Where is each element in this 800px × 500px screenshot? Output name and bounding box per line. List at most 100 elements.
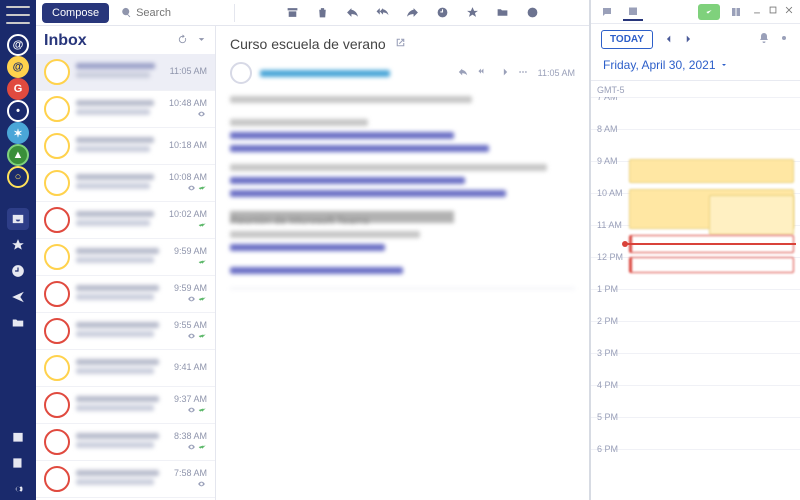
message-avatar (44, 281, 70, 307)
rail-clock-icon[interactable] (7, 260, 29, 282)
main-panel: Compose Inbox 11:05 AM1 (36, 0, 590, 500)
sender-name (260, 70, 450, 77)
delivered-icon (197, 258, 207, 268)
delivered-icon (197, 295, 207, 305)
notifications-icon[interactable] (758, 32, 770, 47)
calendar-event[interactable] (629, 257, 794, 273)
calendar-event[interactable] (629, 159, 794, 183)
snooze-icon[interactable] (434, 5, 450, 21)
prev-day-icon[interactable] (661, 31, 677, 47)
more-icon[interactable] (524, 5, 540, 21)
hour-label: 8 AM (597, 124, 618, 134)
folder-move-icon[interactable] (494, 5, 510, 21)
reader-reply-icon[interactable] (458, 67, 468, 79)
hour-label: 10 AM (597, 188, 623, 198)
account-avatar[interactable]: ○ (7, 166, 29, 188)
message-preview (76, 322, 168, 340)
compose-button[interactable]: Compose (42, 3, 109, 23)
calendar-grid[interactable]: 7 AM8 AM9 AM10 AM11 AM12 PM1 PM2 PM3 PM4… (591, 97, 800, 500)
read-receipt-icon (186, 406, 197, 416)
rail-star-icon[interactable] (7, 234, 29, 256)
message-preview (76, 285, 168, 303)
timezone-label: GMT-5 (591, 81, 800, 97)
hour-label: 7 AM (597, 97, 618, 102)
message-time: 8:38 AM (174, 431, 207, 441)
search-box[interactable] (115, 4, 235, 22)
archive-icon[interactable] (284, 5, 300, 21)
message-row[interactable]: 9:59 AM (36, 276, 215, 313)
message-avatar (44, 59, 70, 85)
rail-inbox-icon[interactable] (7, 208, 29, 230)
search-input[interactable] (136, 7, 206, 19)
next-day-icon[interactable] (680, 31, 696, 47)
message-row[interactable]: 10:08 AM (36, 165, 215, 202)
rail-settings-icon[interactable] (7, 478, 29, 500)
account-avatar[interactable]: ✶ (7, 122, 29, 144)
reader-reply-all-icon[interactable] (478, 67, 488, 79)
chevron-down-icon[interactable] (196, 34, 207, 48)
read-receipt-icon (186, 184, 197, 194)
forward-icon[interactable] (404, 5, 420, 21)
read-receipt-icon (196, 480, 207, 490)
message-time: 10:48 AM (169, 98, 207, 108)
reader-more-icon[interactable] (518, 67, 528, 79)
hamburger-icon[interactable] (6, 6, 30, 24)
message-row[interactable]: 11:05 AM (36, 54, 215, 91)
calendar-date-picker[interactable]: Friday, April 30, 2021 (591, 54, 800, 81)
account-avatar[interactable]: @ (7, 34, 29, 56)
account-avatar[interactable]: • (7, 100, 29, 122)
rail-send-icon[interactable] (7, 286, 29, 308)
read-receipt-icon (186, 295, 197, 305)
rail-contacts-icon[interactable] (7, 452, 29, 474)
hour-label: 4 PM (597, 380, 618, 390)
hour-label: 1 PM (597, 284, 618, 294)
panel-tab-chat-icon[interactable] (597, 3, 617, 21)
reader-forward-icon[interactable] (498, 67, 508, 79)
window-close-icon[interactable] (784, 5, 794, 18)
current-time-indicator (627, 243, 796, 245)
star-icon[interactable] (464, 5, 480, 21)
sender-avatar (230, 62, 252, 84)
message-row[interactable]: 9:41 AM (36, 350, 215, 387)
window-maximize-icon[interactable] (768, 5, 778, 18)
calendar-event[interactable] (709, 195, 794, 235)
message-time: 10:18 AM (169, 140, 207, 150)
message-row[interactable]: 9:55 AM (36, 313, 215, 350)
toolbar: Compose (36, 0, 589, 26)
read-receipt-icon (196, 110, 207, 120)
message-time: 10:08 AM (169, 172, 207, 182)
rail-calendar-icon[interactable] (7, 426, 29, 448)
layout-icon[interactable] (726, 3, 746, 21)
message-avatar (44, 244, 70, 270)
rail-folder-icon[interactable] (7, 312, 29, 334)
message-preview (76, 63, 164, 81)
message-row[interactable]: 10:02 AM (36, 202, 215, 239)
message-row[interactable]: 8:38 AM (36, 424, 215, 461)
message-avatar (44, 392, 70, 418)
message-row[interactable]: 7:58 AM (36, 461, 215, 498)
read-receipt-icon (186, 443, 197, 453)
today-button[interactable]: TODAY (601, 30, 653, 49)
delete-icon[interactable] (314, 5, 330, 21)
reader-subject: Curso escuela de verano (230, 36, 386, 52)
account-avatar[interactable]: G (7, 78, 29, 100)
refresh-icon[interactable] (177, 34, 188, 48)
message-row[interactable]: 9:37 AM (36, 387, 215, 424)
calendar-panel: TODAY Friday, April 30, 2021 GMT-5 7 AM 8… (590, 0, 800, 500)
open-external-icon[interactable] (394, 36, 407, 52)
message-row[interactable]: 10:48 AM (36, 91, 215, 128)
reply-icon[interactable] (344, 5, 360, 21)
message-row[interactable]: 10:18 AM (36, 128, 215, 165)
account-avatar[interactable]: @ (7, 56, 29, 78)
reply-all-icon[interactable] (374, 5, 390, 21)
message-avatar (44, 318, 70, 344)
account-avatar[interactable]: ▲ (7, 144, 29, 166)
status-ok-icon[interactable] (698, 4, 720, 20)
message-avatar (44, 207, 70, 233)
message-time: 9:41 AM (174, 362, 207, 372)
message-row[interactable]: 9:59 AM (36, 239, 215, 276)
message-time: 9:59 AM (174, 246, 207, 256)
panel-tab-calendar-icon[interactable] (623, 3, 643, 21)
window-minimize-icon[interactable] (752, 5, 762, 18)
calendar-settings-icon[interactable] (778, 32, 790, 47)
